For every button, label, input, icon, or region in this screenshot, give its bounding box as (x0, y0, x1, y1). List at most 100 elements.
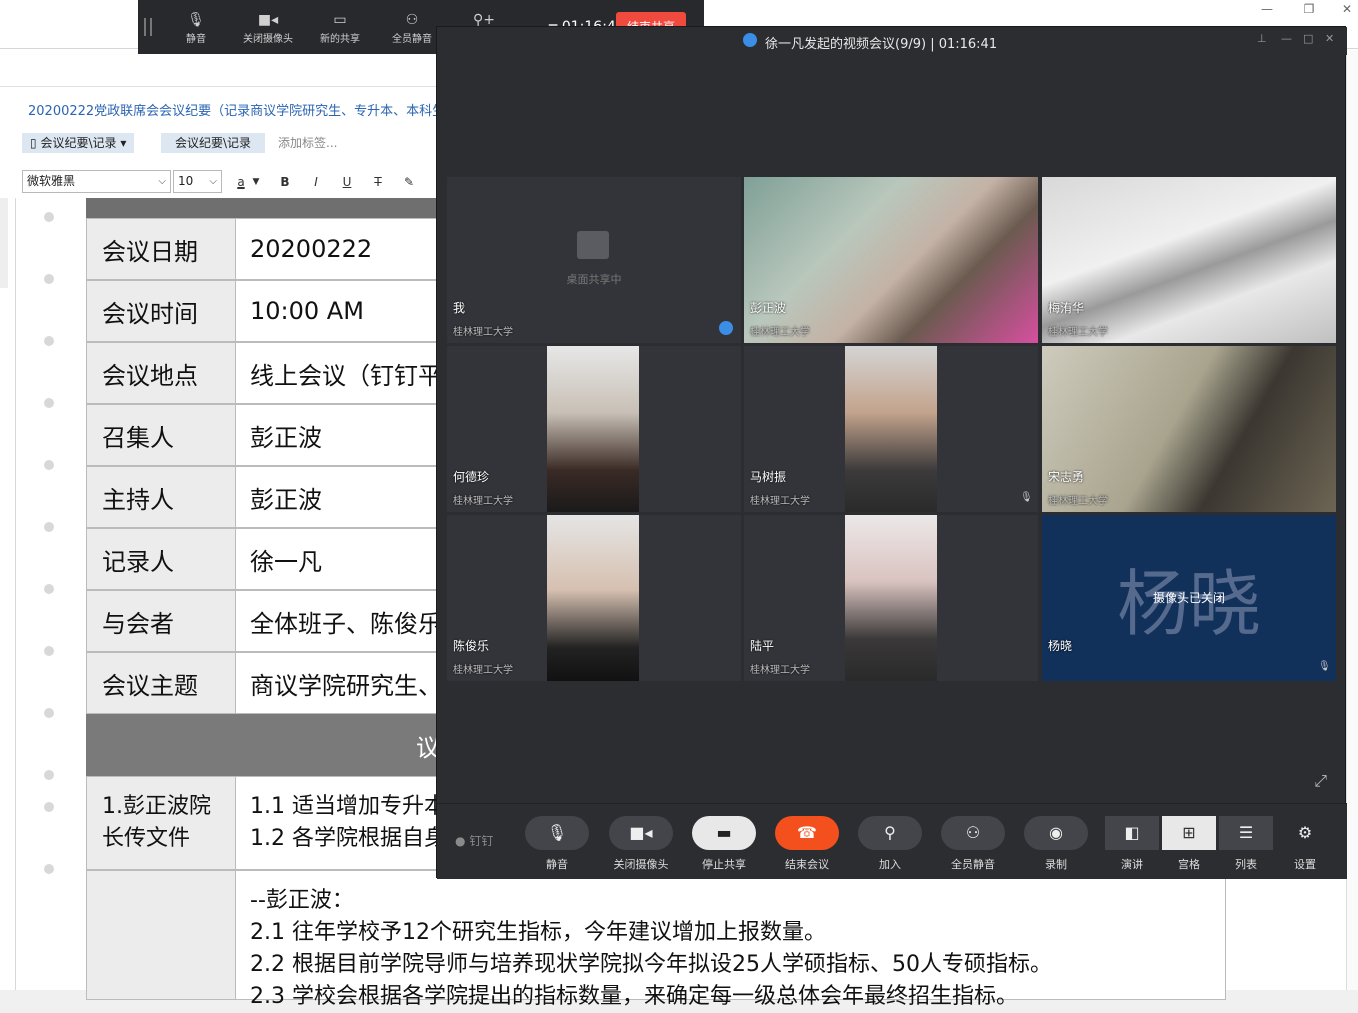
maximize-button[interactable]: □ (1303, 32, 1313, 45)
mic-muted-icon: 🎙 (1020, 492, 1033, 503)
pin-icon[interactable]: ⊥ (1257, 32, 1267, 45)
lock-icon (743, 33, 757, 47)
participant-tile[interactable]: 陆平 桂林理工大学 (744, 515, 1038, 681)
underline-button[interactable]: U (336, 172, 358, 192)
agenda-line: 1.1 适当增加专升本 (250, 794, 446, 819)
camera-off-button[interactable]: ■◂ 关闭摄像头 (238, 10, 298, 45)
participant-tile[interactable]: 马树振 桂林理工大学 🎙 (744, 346, 1038, 512)
mute-button[interactable]: 🎙 静音 (524, 816, 590, 872)
font-size-select[interactable]: 10 ⌵ (173, 170, 222, 193)
minimize-button[interactable]: — (1281, 32, 1292, 45)
record-icon: ◉ (1024, 816, 1088, 850)
dingtalk-logo: ● 钉钉 (455, 832, 493, 849)
outline-bullet (44, 584, 54, 594)
record-label: 录制 (1045, 858, 1067, 871)
new-share-label: 新的共享 (320, 34, 360, 45)
add-participant-button[interactable]: ⚲ 加入 (857, 816, 923, 872)
camera-icon: ■◂ (257, 12, 279, 28)
italic-button[interactable]: I (305, 172, 327, 192)
agenda-item-label: 1.彭正波院 长传文件 (86, 776, 236, 870)
agenda-line: 1.2 各学院根据自身 (250, 826, 446, 851)
mute-all-button[interactable]: ⚇ 全员静音 (940, 816, 1006, 872)
divider (15, 198, 16, 990)
meeting-title-bar[interactable]: 徐一凡发起的视频会议(9/9) | 01:16:41 ⊥ — □ ✕ (437, 27, 1347, 55)
notebook-selector[interactable]: ▯ 会议纪要\记录 ▾ (22, 133, 135, 153)
participant-tile[interactable]: 彭正波 桂林理工大学 (744, 177, 1038, 343)
row-label: 会议主题 (86, 652, 236, 714)
agenda-item-label (86, 870, 236, 1000)
participant-org: 桂林理工大学 (750, 327, 810, 338)
settings-button[interactable]: ⚙ 设置 (1275, 816, 1335, 872)
agenda-item-label-line: 长传文件 (102, 826, 191, 851)
video-feed (744, 177, 1038, 343)
participant-tile[interactable]: 杨晓 摄像头已关闭 杨晓 🎙 (1042, 515, 1336, 681)
fullscreen-icon[interactable]: ⤢ (1314, 771, 1327, 791)
screen-share-icon: ▬ (692, 816, 756, 850)
gear-icon: ⚙ (1297, 823, 1313, 842)
notes-line: --彭正波： (250, 888, 354, 913)
participant-org: 桂林理工大学 (453, 665, 513, 676)
grid-icon: ⊞ (1162, 816, 1216, 850)
scrollbar[interactable] (1346, 50, 1358, 990)
mute-label: 静音 (186, 34, 206, 45)
camera-icon: ■◂ (609, 816, 673, 850)
stop-share-button[interactable]: ▬ 停止共享 (691, 816, 757, 872)
participant-tile[interactable]: 何德珍 桂林理工大学 (447, 346, 741, 512)
strikethrough-button[interactable]: T (367, 172, 389, 192)
screen-share-icon: ▭ (333, 12, 347, 28)
camera-off-label: 关闭摄像头 (243, 34, 293, 45)
participant-org: 桂林理工大学 (453, 327, 513, 338)
layout-grid-button[interactable]: ⊞ 宫格 (1162, 816, 1216, 872)
minimize-button[interactable]: — (1252, 2, 1282, 20)
end-meeting-button[interactable]: ☎ 结束会议 (774, 816, 840, 872)
outline-bullet (44, 212, 54, 222)
outline-bullet (44, 770, 54, 780)
tag-chip[interactable]: 会议纪要\记录 (161, 133, 265, 153)
outline-bullet (44, 336, 54, 346)
meeting-title: 徐一凡发起的视频会议(9/9) | 01:16:41 (765, 37, 998, 52)
chevron-down-icon: ▾ (120, 136, 127, 150)
font-family-select[interactable]: 微软雅黑 ⌵ (22, 170, 171, 193)
mute-all-button[interactable]: ⚇ 全员静音 (382, 10, 442, 45)
record-button[interactable]: ◉ 录制 (1023, 816, 1089, 872)
close-button[interactable]: ✕ (1332, 2, 1358, 20)
participant-tile[interactable]: 陈俊乐 桂林理工大学 (447, 515, 741, 681)
maximize-button[interactable]: ❐ (1294, 2, 1324, 20)
participant-org: 桂林理工大学 (1048, 327, 1108, 338)
mute-button[interactable]: 🎙 静音 (166, 10, 226, 45)
mic-muted-icon: 🎙 (1318, 661, 1331, 672)
camera-off-button[interactable]: ■◂ 关闭摄像头 (608, 816, 674, 872)
desktop-share-icon (577, 231, 609, 259)
close-button[interactable]: ✕ (1325, 32, 1334, 45)
drag-handle[interactable] (144, 18, 152, 36)
add-user-icon: ⚲ (858, 816, 922, 850)
bold-button[interactable]: B (274, 172, 296, 192)
sharing-status: 桌面共享中 (566, 273, 622, 286)
end-meeting-label: 结束会议 (785, 858, 829, 871)
outline-bullet (44, 646, 54, 656)
layout-list-button[interactable]: ☰ 列表 (1219, 816, 1273, 872)
font-family-value: 微软雅黑 (27, 174, 76, 188)
video-feed (1042, 346, 1336, 512)
grid-label: 宫格 (1178, 858, 1200, 871)
eraser-icon[interactable]: ✎ (398, 172, 420, 192)
dingtalk-icon: ● (455, 834, 466, 848)
participant-tile[interactable]: 梅洧华 桂林理工大学 (1042, 177, 1336, 343)
row-label: 会议地点 (86, 342, 236, 404)
participant-name: 我 (453, 301, 466, 315)
agenda-item-content[interactable]: --彭正波： 2.1 往年学校予12个研究生指标，今年建议增加上报数量。 2.2… (236, 870, 1226, 1009)
participant-tile[interactable]: 宋志勇 桂林理工大学 (1042, 346, 1336, 512)
camera-off-label: 关闭摄像头 (613, 858, 669, 871)
chat-icon[interactable] (719, 321, 733, 335)
document-title[interactable]: 20200222党政联席会会议纪要（记录商议学院研究生、专升本、本科生 (28, 100, 445, 119)
chevron-down-icon: ⌵ (158, 176, 166, 187)
camera-off-status: 摄像头已关闭 (1152, 591, 1225, 605)
chevron-down-icon[interactable]: ▼ (249, 172, 263, 192)
layout-speaker-button[interactable]: ◧ 演讲 (1105, 816, 1159, 872)
participant-name: 彭正波 (750, 301, 787, 315)
participant-tile-self[interactable]: 桌面共享中 我 桂林理工大学 (447, 177, 741, 343)
add-tag-input[interactable]: 添加标签... (278, 133, 337, 153)
font-size-value: 10 (178, 174, 194, 188)
new-share-button[interactable]: ▭ 新的共享 (310, 10, 370, 45)
video-feed (845, 346, 937, 512)
